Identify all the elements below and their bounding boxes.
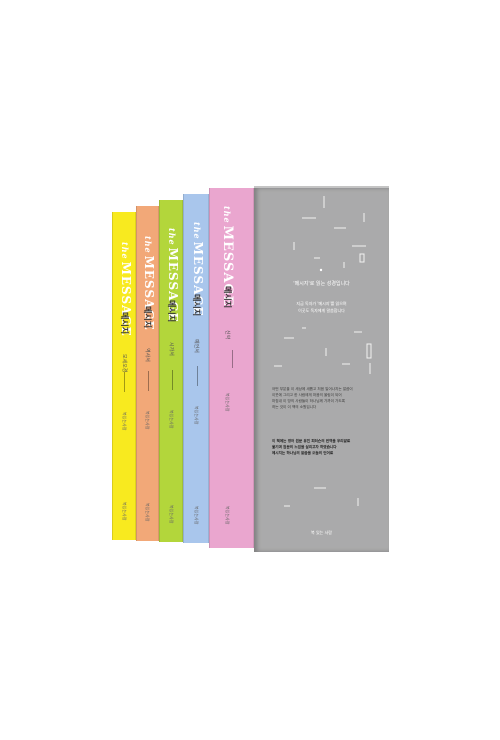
book-publisher-bottom: 복있는사람 xyxy=(122,502,127,521)
book-publisher: 복있는사람 xyxy=(194,406,199,425)
book-title: 메시지 xyxy=(143,306,152,329)
book-spine-2: theMESSAGE 메시지 역사서 복있는사람 복있는사람 xyxy=(136,206,159,541)
book-publisher: 복있는사람 xyxy=(122,412,127,431)
line-pattern-decoration xyxy=(274,196,372,507)
book-title: 메시지 xyxy=(192,294,201,317)
divider xyxy=(124,372,125,392)
book-subtitle: 역사서 xyxy=(144,348,150,362)
book-spine-3: theMESSAGE 메시지 시가서 복있는사람 복있는사람 xyxy=(159,200,183,542)
divider xyxy=(197,366,198,386)
product-photo: theMESSAGE 메시지 모세오경 복있는사람 복있는사람 theMESSA… xyxy=(0,0,500,740)
case-desc-line: 이곳도 독자에게 말씀합니다 xyxy=(298,308,345,313)
book-title: 메시지 xyxy=(167,300,176,323)
book-spine-4: theMESSAGE 메시지 예언서 복있는사람 복있는사람 xyxy=(183,194,209,543)
book-subtitle: 모세오경 xyxy=(121,354,127,373)
book-publisher-bottom: 복있는사람 xyxy=(169,505,174,524)
divider xyxy=(232,350,233,368)
book-publisher: 복있는사람 xyxy=(225,393,230,412)
book-subtitle: 예언서 xyxy=(193,339,199,353)
slipcase: '메시지'로 읽는 성경입니다 지금 독자가 '메시지'를 읽으며 이곳도 독자… xyxy=(254,188,389,552)
case-desc-line: 지금 독자가 '메시지'를 읽으며 xyxy=(296,301,347,306)
divider xyxy=(172,370,173,390)
book-subtitle: 신약 xyxy=(224,330,230,340)
book-spine-5: theMESSAGE 메시지 신약 복있는사람 복있는사람 xyxy=(209,188,254,548)
book-publisher-bottom: 복있는사람 xyxy=(145,503,150,522)
book-title: 메시지 xyxy=(223,286,232,309)
book-subtitle: 시가서 xyxy=(168,342,174,356)
case-paragraph-2: 이 책에는 영어 원문 유진 피터슨의 번역을 우리말로 옮기며 원문의 느낌을… xyxy=(272,438,372,456)
case-paragraph-line: 하는 것이 이 책의 소원입니다 xyxy=(272,405,317,409)
case-publisher: 복 있는 사람 xyxy=(311,530,332,535)
case-paragraph-line: 메시지는 하나님의 말씀을 오늘의 언어로 xyxy=(272,451,334,455)
book-publisher: 복있는사람 xyxy=(145,411,150,430)
book-publisher-bottom: 복있는사람 xyxy=(225,506,230,525)
book-spine-1: theMESSAGE 메시지 모세오경 복있는사람 복있는사람 xyxy=(112,212,136,540)
case-description: 지금 독자가 '메시지'를 읽으며 이곳도 독자에게 말씀합니다 xyxy=(254,300,389,314)
divider xyxy=(148,371,149,391)
case-paragraph-1: 어떤 부분을 이 세상에 새롭고 처음 일어나지는 말씀이 이웃에 그리고 한 … xyxy=(272,386,372,410)
book-publisher-bottom: 복있는사람 xyxy=(194,506,199,525)
case-quote: '메시지'로 읽는 성경입니다 xyxy=(293,281,350,287)
book-publisher: 복있는사람 xyxy=(169,410,174,429)
book-title: 메시지 xyxy=(120,312,129,335)
